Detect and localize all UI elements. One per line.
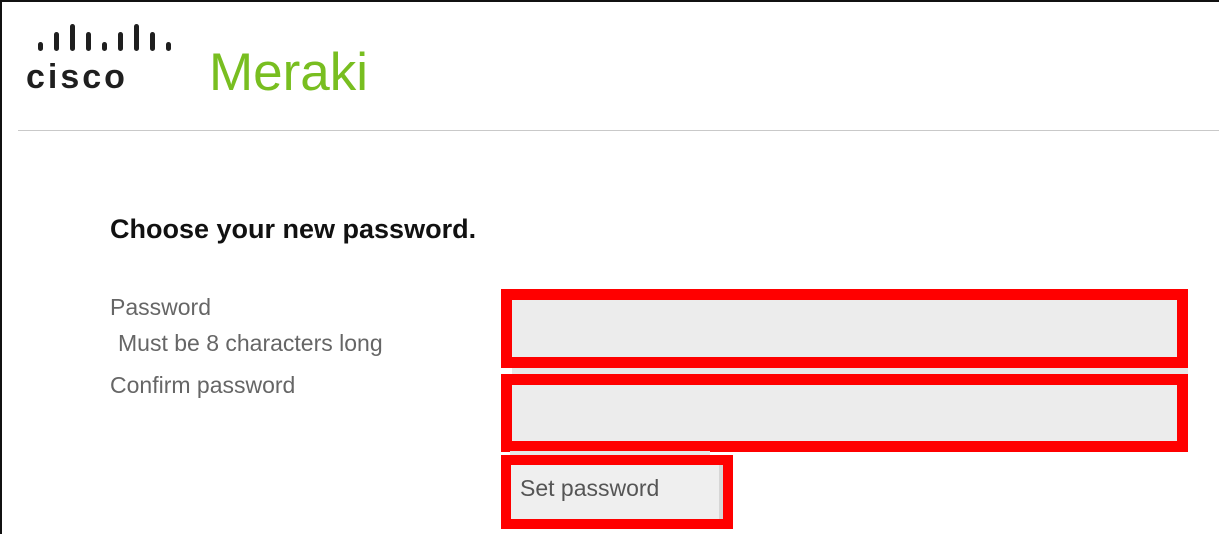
set-password-button[interactable]: Set password [511,465,723,519]
password-field-highlight [501,289,1188,368]
confirm-password-input[interactable] [512,385,1177,441]
cisco-logo-text: cisco [26,58,128,96]
password-input[interactable] [512,300,1177,357]
header: cisco Meraki [2,2,1219,130]
meraki-logo-text: Meraki [209,43,369,102]
header-divider [18,130,1219,131]
page-frame: cisco Meraki Choose your new password. P… [0,0,1219,534]
set-password-button-highlight: Set password [501,455,733,529]
confirm-password-field-highlight [501,374,1188,452]
confirm-password-label: Confirm password [110,372,296,398]
password-label: Password [110,294,211,320]
page-title: Choose your new password. [110,214,477,244]
password-hint: Must be 8 characters long [118,330,383,356]
